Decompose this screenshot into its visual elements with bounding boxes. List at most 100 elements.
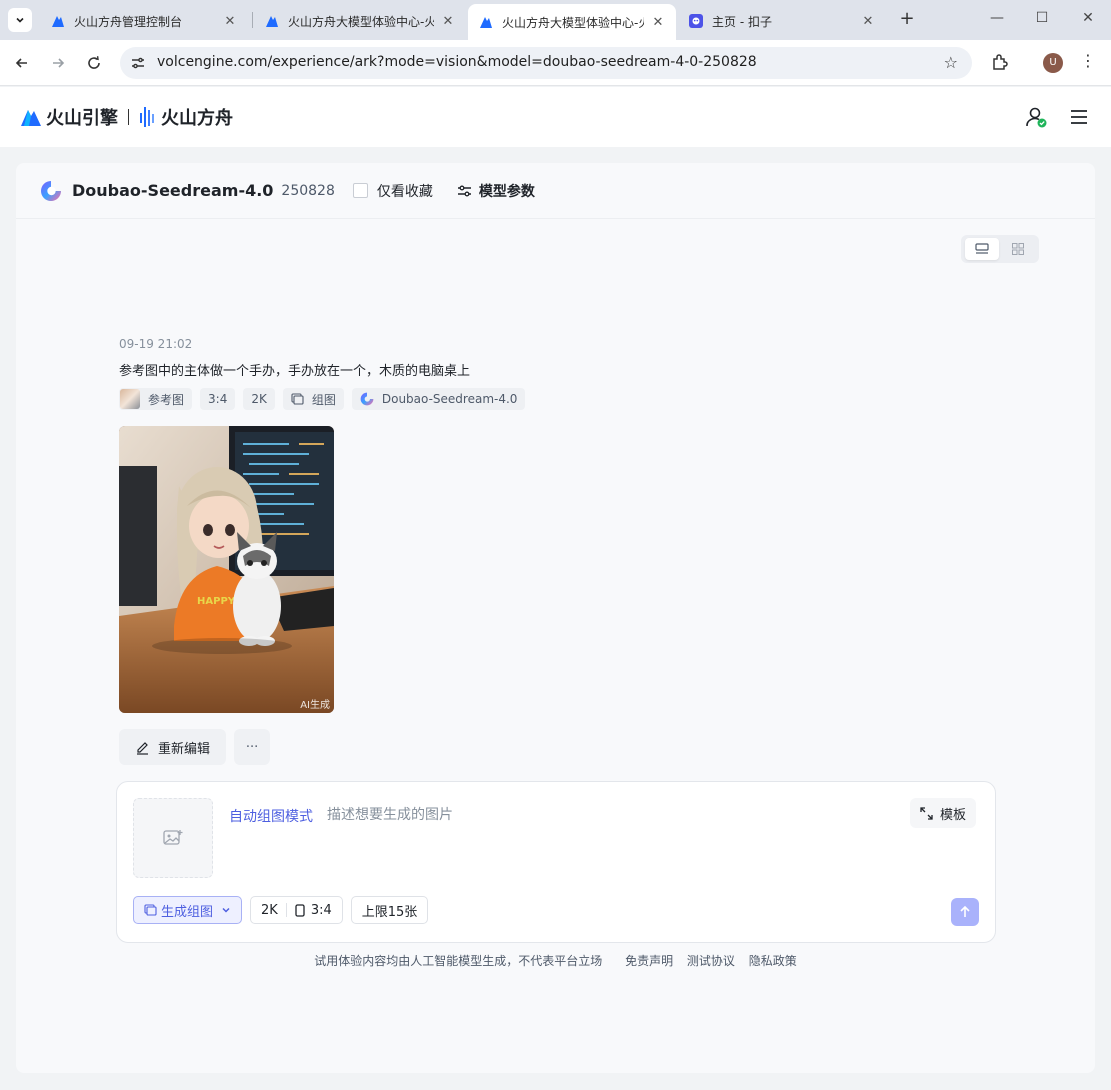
footer-link-disclaimer[interactable]: 免责声明 xyxy=(625,954,673,968)
list-view-option[interactable] xyxy=(965,238,999,260)
shirt-text: HAPPY xyxy=(197,596,236,607)
more-actions-button[interactable]: ··· xyxy=(234,729,271,765)
hamburger-menu-icon[interactable] xyxy=(1069,107,1089,127)
tab-title: 火山方舟管理控制台 xyxy=(74,14,183,29)
chevron-down-icon xyxy=(222,907,230,913)
user-account-icon[interactable] xyxy=(1025,106,1047,128)
browser-toolbar: volcengine.com/experience/ark?mode=visio… xyxy=(0,40,1111,86)
model-chip-label: Doubao-Seedream-4.0 xyxy=(381,392,518,406)
ai-generated-watermark: AI生成 xyxy=(300,700,330,711)
tab-divider xyxy=(252,12,253,28)
model-params-label: 模型参数 xyxy=(478,183,535,200)
reference-image-chip[interactable]: 参考图 xyxy=(119,388,193,410)
brand-ark: 火山方舟 xyxy=(161,108,233,129)
image-group-icon xyxy=(144,904,157,916)
message-timestamp: 09-19 21:02 xyxy=(119,337,193,351)
more-icon: ··· xyxy=(245,739,259,755)
reference-thumbnail xyxy=(120,389,140,409)
model-version: 250828 xyxy=(281,182,335,199)
footer-link-test-agreement[interactable]: 测试协议 xyxy=(687,954,735,968)
divider xyxy=(285,903,287,917)
template-label: 模板 xyxy=(940,807,967,823)
footer: 试用体验内容均由人工智能模型生成，不代表平台立场 免责声明 测试协议 隐私政策 xyxy=(16,952,1095,969)
extensions-puzzle-icon[interactable] xyxy=(990,52,1010,72)
browser-menu-icon[interactable]: ⋮ xyxy=(1080,51,1096,70)
ratio-value: 3:4 xyxy=(310,902,332,918)
group-chip: 组图 xyxy=(282,388,344,410)
model-name[interactable]: Doubao-Seedream-4.0 xyxy=(72,181,273,200)
close-icon[interactable]: ✕ xyxy=(650,15,666,30)
browser-tab[interactable]: 主页 - 扣子 ✕ xyxy=(678,6,886,36)
tab-title: 火山方舟大模型体验中心-火山引擎 xyxy=(288,14,434,29)
close-icon[interactable]: ✕ xyxy=(222,14,238,29)
send-button[interactable] xyxy=(951,898,979,926)
logo-divider xyxy=(128,109,129,125)
resolution-chip: 2K xyxy=(243,388,275,410)
address-bar[interactable]: volcengine.com/experience/ark?mode=visio… xyxy=(120,47,972,79)
back-arrow-icon[interactable] xyxy=(11,52,33,74)
brand-volcengine: 火山引擎 xyxy=(46,108,118,129)
expand-icon xyxy=(920,806,933,820)
add-image-icon xyxy=(163,830,183,845)
maximize-icon[interactable]: ☐ xyxy=(1032,10,1052,26)
reedit-label: 重新编辑 xyxy=(158,741,211,757)
profile-avatar[interactable]: U xyxy=(1043,53,1063,73)
ratio-chip-label: 3:4 xyxy=(208,392,228,406)
generate-group-dropdown[interactable]: 生成组图 xyxy=(133,896,243,924)
minimize-icon[interactable]: — xyxy=(987,10,1007,26)
favorites-only-label[interactable]: 仅看收藏 xyxy=(377,181,433,201)
edit-pencil-icon xyxy=(137,741,148,755)
prompt-input[interactable] xyxy=(327,804,887,826)
close-icon[interactable]: ✕ xyxy=(860,14,876,29)
tab-search-button[interactable] xyxy=(8,8,32,32)
browser-tab-strip: 火山方舟管理控制台 ✕ 火山方舟大模型体验中心-火山引擎 ✕ 火山方舟大模型体验… xyxy=(0,0,1111,40)
window-close-icon[interactable]: ✕ xyxy=(1078,10,1098,26)
browser-tab-active[interactable]: 火山方舟大模型体验中心-火山引擎 ✕ xyxy=(468,4,676,40)
reload-icon[interactable] xyxy=(83,52,105,74)
generation-options: 生成组图 2K 3:4 上限15张 xyxy=(133,896,429,924)
list-view-icon xyxy=(975,243,989,254)
message-prompt: 参考图中的主体做一个手办，手办放在一个，木质的电脑桌上 xyxy=(119,364,471,379)
new-tab-button[interactable]: + xyxy=(896,9,918,31)
bookmark-star-icon[interactable]: ☆ xyxy=(944,53,958,72)
grid-view-icon xyxy=(1012,243,1024,255)
message-actions: 重新编辑 ··· xyxy=(119,729,271,765)
portrait-ratio-icon xyxy=(295,903,305,917)
doubao-logo-icon xyxy=(41,180,61,201)
image-limit-selector[interactable]: 上限15张 xyxy=(350,896,429,924)
tab-title: 火山方舟大模型体验中心-火山引擎 xyxy=(502,15,644,30)
arrow-up-icon xyxy=(960,905,970,917)
browser-tab[interactable]: 火山方舟管理控制台 ✕ xyxy=(40,6,248,36)
footer-link-privacy[interactable]: 隐私政策 xyxy=(749,954,797,968)
generation-params: 参考图 3:4 2K 组图 Doubao-Seedream-4.0 xyxy=(119,388,526,410)
coze-favicon-icon xyxy=(688,13,704,29)
site-header: 火山引擎 火山方舟 xyxy=(0,87,1111,147)
reference-chip-label: 参考图 xyxy=(148,392,185,407)
browser-tab[interactable]: 火山方舟大模型体验中心-火山引擎 ✕ xyxy=(254,6,466,36)
site-logo[interactable]: 火山引擎 火山方舟 xyxy=(20,105,233,129)
image-limit-label: 上限15张 xyxy=(361,904,418,920)
image-upload-area[interactable] xyxy=(133,798,213,878)
model-params-button[interactable]: 模型参数 xyxy=(457,181,535,201)
template-button[interactable]: 模板 xyxy=(910,798,977,828)
footer-disclaimer: 试用体验内容均由人工智能模型生成，不代表平台立场 xyxy=(314,954,603,968)
forward-arrow-icon[interactable] xyxy=(47,52,69,74)
resolution-chip-label: 2K xyxy=(251,392,267,406)
favorites-only-checkbox[interactable] xyxy=(352,183,368,198)
volcano-favicon-icon xyxy=(50,13,66,29)
reedit-button[interactable]: 重新编辑 xyxy=(119,729,227,765)
resolution-value: 2K xyxy=(261,902,278,918)
ratio-chip: 3:4 xyxy=(200,388,236,410)
size-ratio-selector[interactable]: 2K 3:4 xyxy=(250,896,343,924)
url-text[interactable]: volcengine.com/experience/ark?mode=visio… xyxy=(157,54,757,70)
model-bar: Doubao-Seedream-4.0 250828 仅看收藏 模型参数 xyxy=(16,163,1095,219)
generated-image[interactable]: HAPPY AI生成 xyxy=(119,426,334,713)
generate-group-label: 生成组图 xyxy=(161,904,214,920)
site-settings-icon[interactable] xyxy=(130,55,146,71)
tab-title: 主页 - 扣子 xyxy=(712,14,772,29)
auto-group-mode-label[interactable]: 自动组图模式 xyxy=(229,806,313,826)
grid-view-option[interactable] xyxy=(1001,238,1035,260)
close-icon[interactable]: ✕ xyxy=(440,14,456,29)
chevron-down-icon xyxy=(16,17,24,23)
group-chip-label: 组图 xyxy=(311,392,336,407)
